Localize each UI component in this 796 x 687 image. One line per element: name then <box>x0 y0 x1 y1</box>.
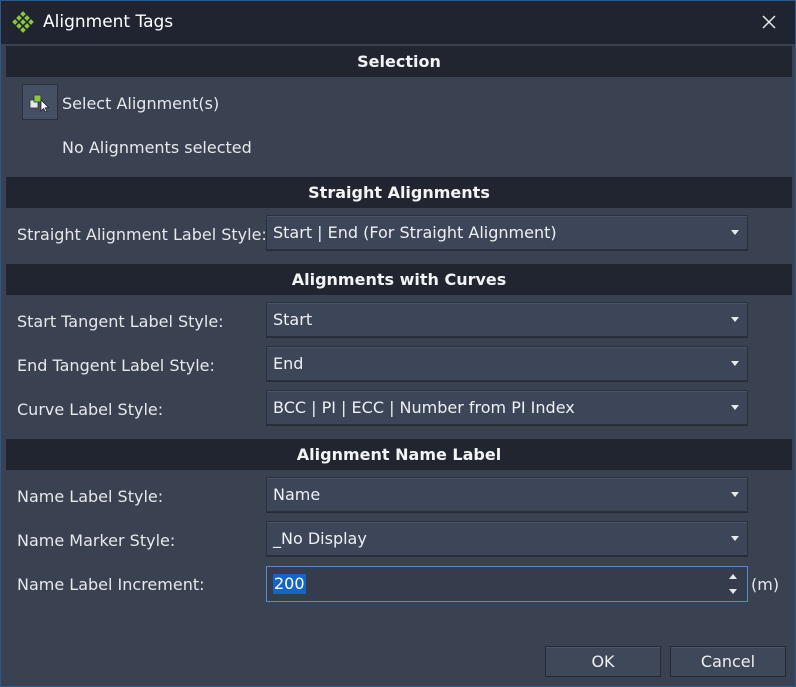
start-tangent-label-style-value: Start <box>273 310 313 329</box>
app-logo-icon <box>12 11 34 33</box>
name-marker-style-dropdown[interactable]: _No Display <box>266 521 748 556</box>
chevron-down-icon <box>731 317 739 322</box>
section-header-alignments-with-curves: Alignments with Curves <box>6 264 792 295</box>
chevron-down-icon <box>731 230 739 235</box>
select-alignments-label[interactable]: Select Alignment(s) <box>62 94 219 113</box>
name-marker-style-value: _No Display <box>273 529 367 548</box>
section-header-alignment-name-label: Alignment Name Label <box>6 439 792 470</box>
name-label-style-label: Name Label Style: <box>17 487 164 506</box>
selection-status-text: No Alignments selected <box>62 138 252 157</box>
end-tangent-label-style-value: End <box>273 354 304 373</box>
name-marker-style-label: Name Marker Style: <box>17 531 176 550</box>
window-title: Alignment Tags <box>43 12 174 32</box>
ok-button[interactable]: OK <box>545 646 661 677</box>
straight-label-style-value: Start | End (For Straight Alignment) <box>273 223 557 242</box>
name-label-increment-input[interactable]: 200 <box>273 574 306 594</box>
increment-unit-label: (m) <box>751 575 780 594</box>
close-button[interactable] <box>751 7 787 37</box>
pick-cursor-icon <box>29 94 50 112</box>
chevron-down-icon <box>731 492 739 497</box>
cancel-button[interactable]: Cancel <box>670 646 786 677</box>
chevron-down-icon <box>731 405 739 410</box>
dialog-window: Alignment Tags Selection Select Alignmen… <box>0 0 796 687</box>
curve-label-style-label: Curve Label Style: <box>17 400 164 419</box>
close-icon <box>762 15 776 29</box>
curve-label-style-dropdown[interactable]: BCC | PI | ECC | Number from PI Index <box>266 390 748 425</box>
curve-label-style-value: BCC | PI | ECC | Number from PI Index <box>273 398 575 417</box>
end-tangent-label-style-label: End Tangent Label Style: <box>17 356 215 375</box>
section-header-straight-alignments: Straight Alignments <box>6 177 792 208</box>
section-header-selection: Selection <box>6 46 792 77</box>
start-tangent-label-style-label: Start Tangent Label Style: <box>17 312 224 331</box>
chevron-down-icon <box>731 361 739 366</box>
end-tangent-label-style-dropdown[interactable]: End <box>266 346 748 381</box>
select-alignments-button[interactable] <box>22 84 58 120</box>
name-label-increment-spinbox[interactable]: 200 <box>266 566 748 602</box>
straight-label-style-label: Straight Alignment Label Style: <box>17 225 267 244</box>
spin-up-icon[interactable] <box>729 574 737 579</box>
name-label-style-dropdown[interactable]: Name <box>266 477 748 512</box>
straight-label-style-dropdown[interactable]: Start | End (For Straight Alignment) <box>266 215 748 250</box>
spin-down-icon[interactable] <box>729 589 737 594</box>
start-tangent-label-style-dropdown[interactable]: Start <box>266 302 748 337</box>
name-label-increment-label: Name Label Increment: <box>17 575 205 594</box>
name-label-style-value: Name <box>273 485 321 504</box>
title-bar[interactable]: Alignment Tags <box>1 1 795 44</box>
chevron-down-icon <box>731 536 739 541</box>
